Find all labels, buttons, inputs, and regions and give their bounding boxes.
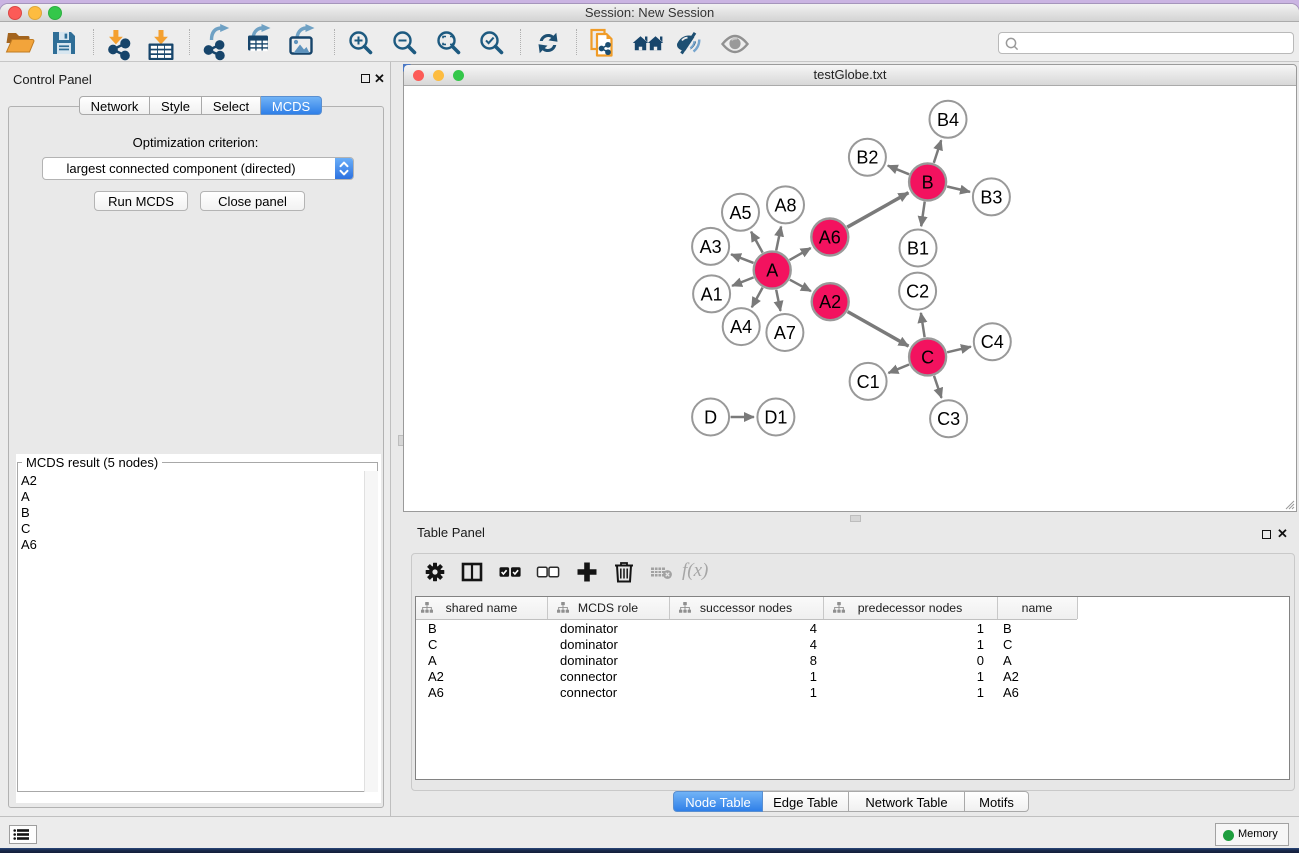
svg-text:A5: A5 bbox=[729, 203, 751, 223]
svg-text:C3: C3 bbox=[937, 409, 960, 429]
svg-text:A: A bbox=[766, 261, 778, 281]
svg-text:D1: D1 bbox=[764, 408, 787, 428]
svg-text:D: D bbox=[704, 408, 717, 428]
svg-text:A7: A7 bbox=[774, 323, 796, 343]
svg-text:C2: C2 bbox=[906, 282, 929, 302]
svg-text:A8: A8 bbox=[774, 195, 796, 215]
svg-text:A2: A2 bbox=[819, 292, 841, 312]
svg-text:A3: A3 bbox=[700, 237, 722, 257]
svg-text:A4: A4 bbox=[730, 317, 752, 337]
svg-text:A6: A6 bbox=[819, 228, 841, 248]
svg-text:C4: C4 bbox=[981, 332, 1004, 352]
svg-text:C1: C1 bbox=[857, 372, 880, 392]
svg-text:A1: A1 bbox=[701, 284, 723, 304]
svg-text:B: B bbox=[922, 172, 934, 192]
svg-text:B3: B3 bbox=[980, 187, 1002, 207]
svg-text:B2: B2 bbox=[856, 148, 878, 168]
svg-text:C: C bbox=[921, 347, 934, 367]
svg-text:B4: B4 bbox=[937, 110, 959, 130]
svg-text:B1: B1 bbox=[907, 239, 929, 259]
